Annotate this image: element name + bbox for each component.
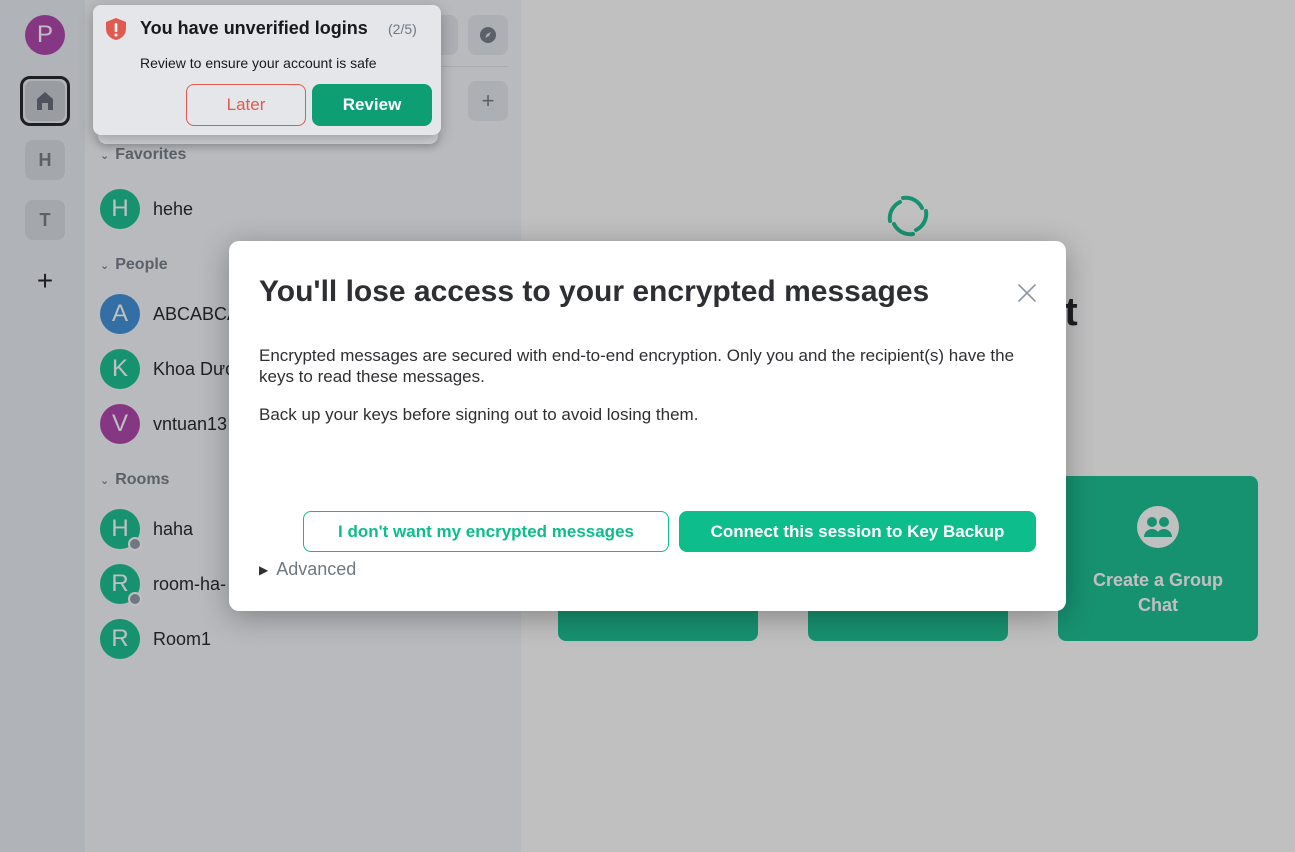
decline-backup-button[interactable]: I don't want my encrypted messages [303, 511, 669, 552]
dialog-paragraph-2: Back up your keys before signing out to … [259, 405, 699, 424]
dialog-paragraph-1: Encrypted messages are secured with end-… [259, 346, 1015, 386]
dialog-title: You'll lose access to your encrypted mes… [259, 275, 930, 308]
connect-key-backup-button[interactable]: Connect this session to Key Backup [679, 511, 1036, 552]
toast-title: You have unverified logins [140, 18, 368, 38]
close-icon[interactable] [1015, 281, 1039, 305]
toast-count: (2/5) [388, 21, 417, 37]
toast-description: Review to ensure your account is safe [140, 55, 377, 71]
advanced-label: Advanced [276, 559, 357, 579]
later-button[interactable]: Later [186, 84, 306, 126]
advanced-toggle[interactable]: ▶ Advanced [259, 559, 356, 580]
review-button[interactable]: Review [312, 84, 432, 126]
unverified-logins-toast: You have unverified logins (2/5) Review … [93, 5, 441, 135]
logout-dialog: You'll lose access to your encrypted mes… [229, 241, 1066, 611]
shield-alert-icon [106, 18, 126, 40]
triangle-right-icon: ▶ [259, 562, 269, 577]
